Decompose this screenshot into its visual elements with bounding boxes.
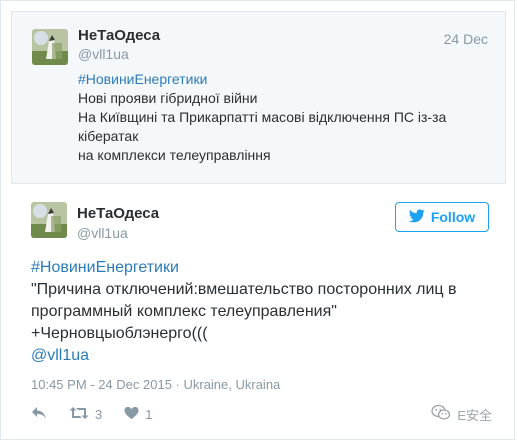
tweet-actions: 3 1 [31,404,174,424]
tweet-line: +Черновцыоблэнерго((( [31,325,208,342]
display-name[interactable]: НеТаОдеса [78,27,160,44]
user-handle[interactable]: @vll1ua [78,46,129,62]
tweet-timestamp[interactable]: 10:45 PM - 24 Dec 2015 · Ukraine, Ukrain… [31,377,280,392]
tweet-line: "Причина отключений:вмешательство постор… [31,281,457,298]
follow-label: Follow [430,209,476,225]
wechat-icon [431,404,451,424]
main-tweet: НеТаОдеса @vll1ua Follow #НовиниЕнергети… [11,183,506,434]
twitter-bird-icon [408,208,425,226]
source-watermark: E安全 [431,404,492,424]
retweet-icon [69,406,89,423]
retweet-count: 3 [95,406,103,422]
tweet-line: на комплекси телеуправління [78,147,271,163]
tweet-text: #НовиниЕнергетики "Причина отключений:вм… [31,257,501,367]
reply-icon [31,406,47,423]
tweet-line: кібератак [78,128,139,144]
tweet-embed: НеТаОдеса @vll1ua 24 Dec #НовиниЕнергети… [0,0,515,440]
reply-button[interactable] [31,406,47,423]
tweet-date[interactable]: 24 Dec [444,31,488,47]
parent-tweet[interactable]: НеТаОдеса @vll1ua 24 Dec #НовиниЕнергети… [11,11,506,183]
retweet-button[interactable]: 3 [69,406,102,423]
tweet-line: программный комплекс телеуправления" [31,303,337,320]
hashtag-link[interactable]: #НовиниЕнергетики [78,70,488,89]
like-button[interactable]: 1 [124,406,152,423]
avatar[interactable] [31,202,67,238]
heart-icon [124,406,139,423]
like-count: 1 [145,406,153,422]
user-handle[interactable]: @vll1ua [77,225,128,241]
tweet-line: На Київщині та Прикарпатті масові відклю… [78,109,447,125]
avatar[interactable] [32,29,68,65]
tweet-text: #НовиниЕнергетики Нові прояви гібридної … [78,70,488,165]
watermark-label: E安全 [457,407,492,423]
display-name[interactable]: НеТаОдеса [77,205,159,222]
tweet-line: Нові прояви гібридної війни [78,90,258,106]
mention-link[interactable]: @vll1ua [31,345,501,367]
follow-button[interactable]: Follow [395,202,489,232]
hashtag-link[interactable]: #НовиниЕнергетики [31,257,501,279]
